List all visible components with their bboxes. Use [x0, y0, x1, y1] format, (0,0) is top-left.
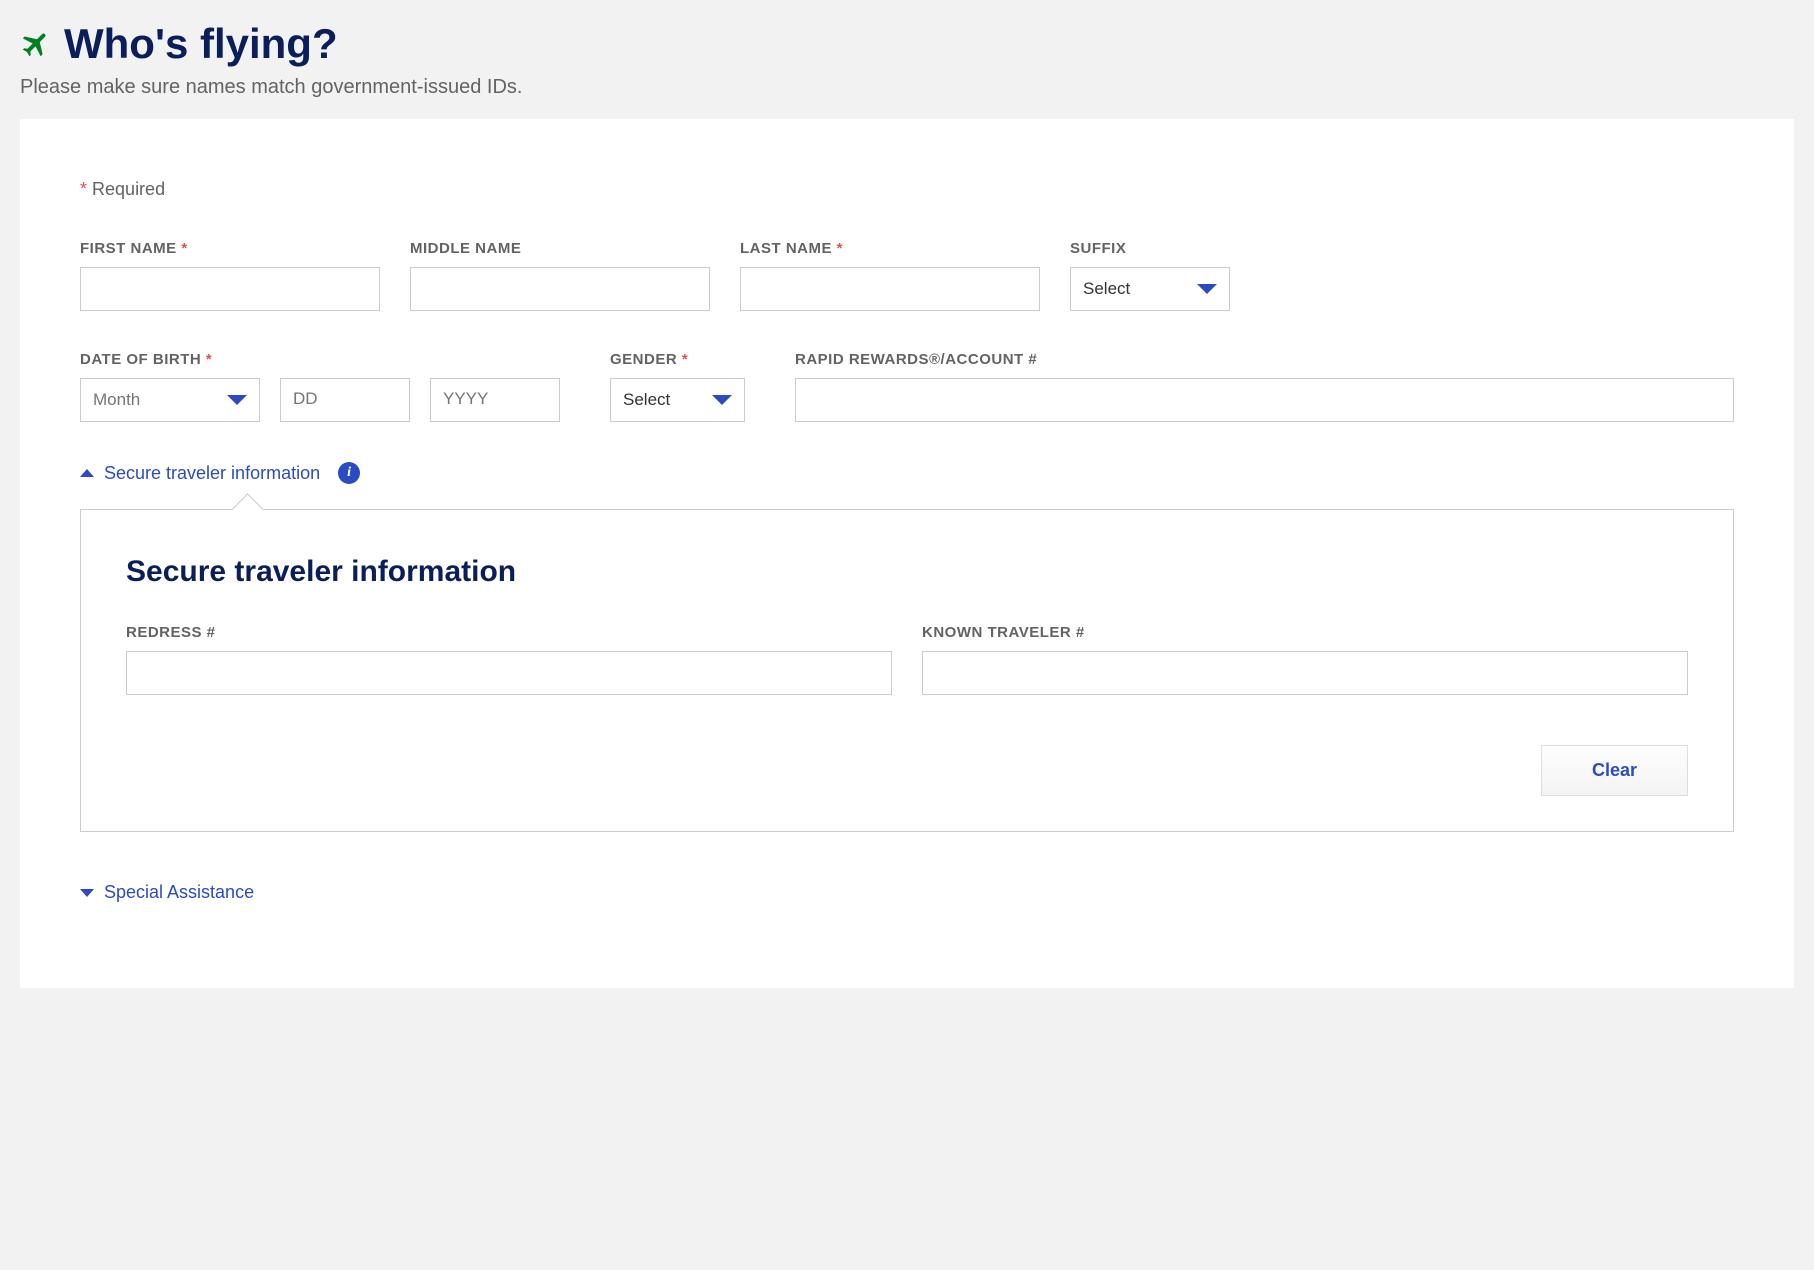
first-name-input[interactable]: [80, 267, 380, 311]
plane-icon: [20, 28, 52, 60]
chevron-down-icon: [227, 395, 247, 405]
last-name-input[interactable]: [740, 267, 1040, 311]
chevron-down-icon: [80, 889, 94, 897]
first-name-label: FIRST NAME *: [80, 240, 380, 257]
last-name-label: LAST NAME *: [740, 240, 1040, 257]
clear-button[interactable]: Clear: [1541, 745, 1688, 796]
rapid-rewards-label: RAPID REWARDS®/ACCOUNT #: [795, 351, 1734, 368]
middle-name-label: MIDDLE NAME: [410, 240, 710, 257]
dob-day-input[interactable]: [280, 378, 410, 422]
dob-month-select[interactable]: Month: [80, 378, 260, 422]
page-title: Who's flying?: [64, 20, 338, 68]
dob-year-input[interactable]: [430, 378, 560, 422]
secure-panel-title: Secure traveler information: [126, 555, 1688, 589]
gender-select[interactable]: Select: [610, 378, 745, 422]
special-assistance-toggle[interactable]: Special Assistance: [80, 882, 1734, 903]
redress-input[interactable]: [126, 651, 892, 695]
required-note: * Required: [80, 179, 1734, 200]
suffix-select[interactable]: Select: [1070, 267, 1230, 311]
known-traveler-input[interactable]: [922, 651, 1688, 695]
secure-traveler-toggle[interactable]: Secure traveler information i: [80, 462, 1734, 484]
page-subtitle: Please make sure names match government-…: [20, 76, 1794, 99]
secure-traveler-panel: Secure traveler information REDRESS # KN…: [80, 509, 1734, 832]
dob-label: DATE OF BIRTH *: [80, 351, 560, 368]
rapid-rewards-input[interactable]: [795, 378, 1734, 422]
chevron-down-icon: [1197, 284, 1217, 294]
chevron-up-icon: [80, 469, 94, 477]
redress-label: REDRESS #: [126, 624, 892, 641]
info-icon[interactable]: i: [338, 462, 360, 484]
known-traveler-label: KNOWN TRAVELER #: [922, 624, 1688, 641]
suffix-label: SUFFIX: [1070, 240, 1230, 257]
gender-label: GENDER *: [610, 351, 745, 368]
middle-name-input[interactable]: [410, 267, 710, 311]
chevron-down-icon: [712, 395, 732, 405]
